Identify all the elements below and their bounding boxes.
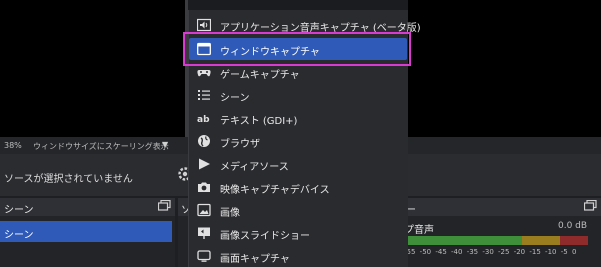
menu-item-image[interactable]: 画像	[189, 199, 407, 221]
scene-item-label: シーン	[4, 230, 34, 241]
svg-text:ab: ab	[197, 115, 210, 125]
volume-scale-tick: -50	[419, 248, 436, 256]
volume-scale-tick: -35	[466, 248, 483, 256]
play-icon	[199, 158, 210, 170]
menu-item-text-gdi[interactable]: ab テキスト (GDI+)	[189, 107, 407, 129]
mixer-undock-icon[interactable]	[584, 200, 597, 211]
preview-canvas-left	[0, 0, 185, 137]
volume-scale-tick: 0	[571, 248, 577, 256]
volume-scale-tick: -30	[482, 248, 499, 256]
menu-item-label: 画像	[220, 208, 240, 219]
menu-item-scene[interactable]: シーン	[189, 84, 407, 106]
text-icon: ab	[197, 115, 210, 125]
menu-item-label: 画面キャプチャ	[220, 254, 290, 265]
image-icon	[197, 203, 211, 217]
scale-mode[interactable]: ウィンドウサイズにスケーリング表示	[33, 141, 169, 152]
monitor-icon	[197, 250, 211, 262]
scenes-panel-title: シーン	[4, 205, 34, 216]
camera-icon	[198, 182, 210, 192]
volume-scale-tick: -45	[435, 248, 452, 256]
volume-meter-red	[560, 236, 588, 245]
menu-item-video-capture-device[interactable]: 映像キャプチャデバイス	[189, 176, 407, 198]
annotation-highlight-box	[183, 32, 411, 66]
volume-meter-scale: -55 -50 -45 -40 -35 -30 -25 -20 -15 -10 …	[404, 248, 576, 256]
no-source-selected-label: ソースが選択されていません	[4, 174, 133, 185]
mixer-track-name: プ音声	[404, 225, 434, 236]
volume-scale-tick: -25	[498, 248, 514, 256]
menu-item-label: シーン	[220, 93, 250, 104]
volume-scale-tick: -15	[529, 248, 546, 256]
menu-item-image-slideshow[interactable]: 画像スライドショー	[189, 222, 407, 244]
volume-meter-yellow	[522, 236, 560, 245]
menu-item-label: ゲームキャプチャ	[220, 70, 300, 81]
list-icon	[198, 90, 210, 100]
audio-mixer-header: サー	[394, 198, 601, 216]
menu-item-label: メディアソース	[220, 162, 289, 173]
slideshow-icon	[198, 227, 210, 239]
menu-item-display-capture[interactable]: 画面キャプチャ	[189, 245, 407, 267]
undock-icon[interactable]	[158, 200, 171, 211]
volume-scale-tick: -5	[560, 248, 572, 256]
app-audio-icon	[197, 18, 211, 32]
menu-item-media-source[interactable]: メディアソース	[189, 153, 407, 175]
menu-item-label: 画像スライドショー	[220, 231, 310, 242]
menu-item-browser[interactable]: ブラウザ	[189, 130, 407, 152]
gamepad-icon	[197, 70, 211, 77]
volume-scale-tick: -40	[451, 248, 467, 256]
scene-list-item[interactable]: シーン	[0, 221, 172, 242]
menu-item-label: テキスト (GDI+)	[220, 116, 298, 127]
globe-icon	[198, 135, 210, 147]
volume-scale-tick: -20	[513, 248, 530, 256]
volume-scale-tick: -10	[545, 248, 561, 256]
scale-mode-dropdown-icon[interactable]: ▼	[162, 140, 168, 149]
zoom-level: 38%	[4, 141, 22, 150]
mixer-track-level: 0.0 dB	[558, 221, 588, 231]
menu-item-label: 映像キャプチャデバイス	[220, 185, 330, 196]
menu-item-label: ブラウザ	[220, 139, 260, 150]
volume-meter-green	[404, 236, 522, 245]
scenes-panel-header: シーン	[0, 198, 175, 216]
preview-canvas-right	[408, 0, 601, 137]
